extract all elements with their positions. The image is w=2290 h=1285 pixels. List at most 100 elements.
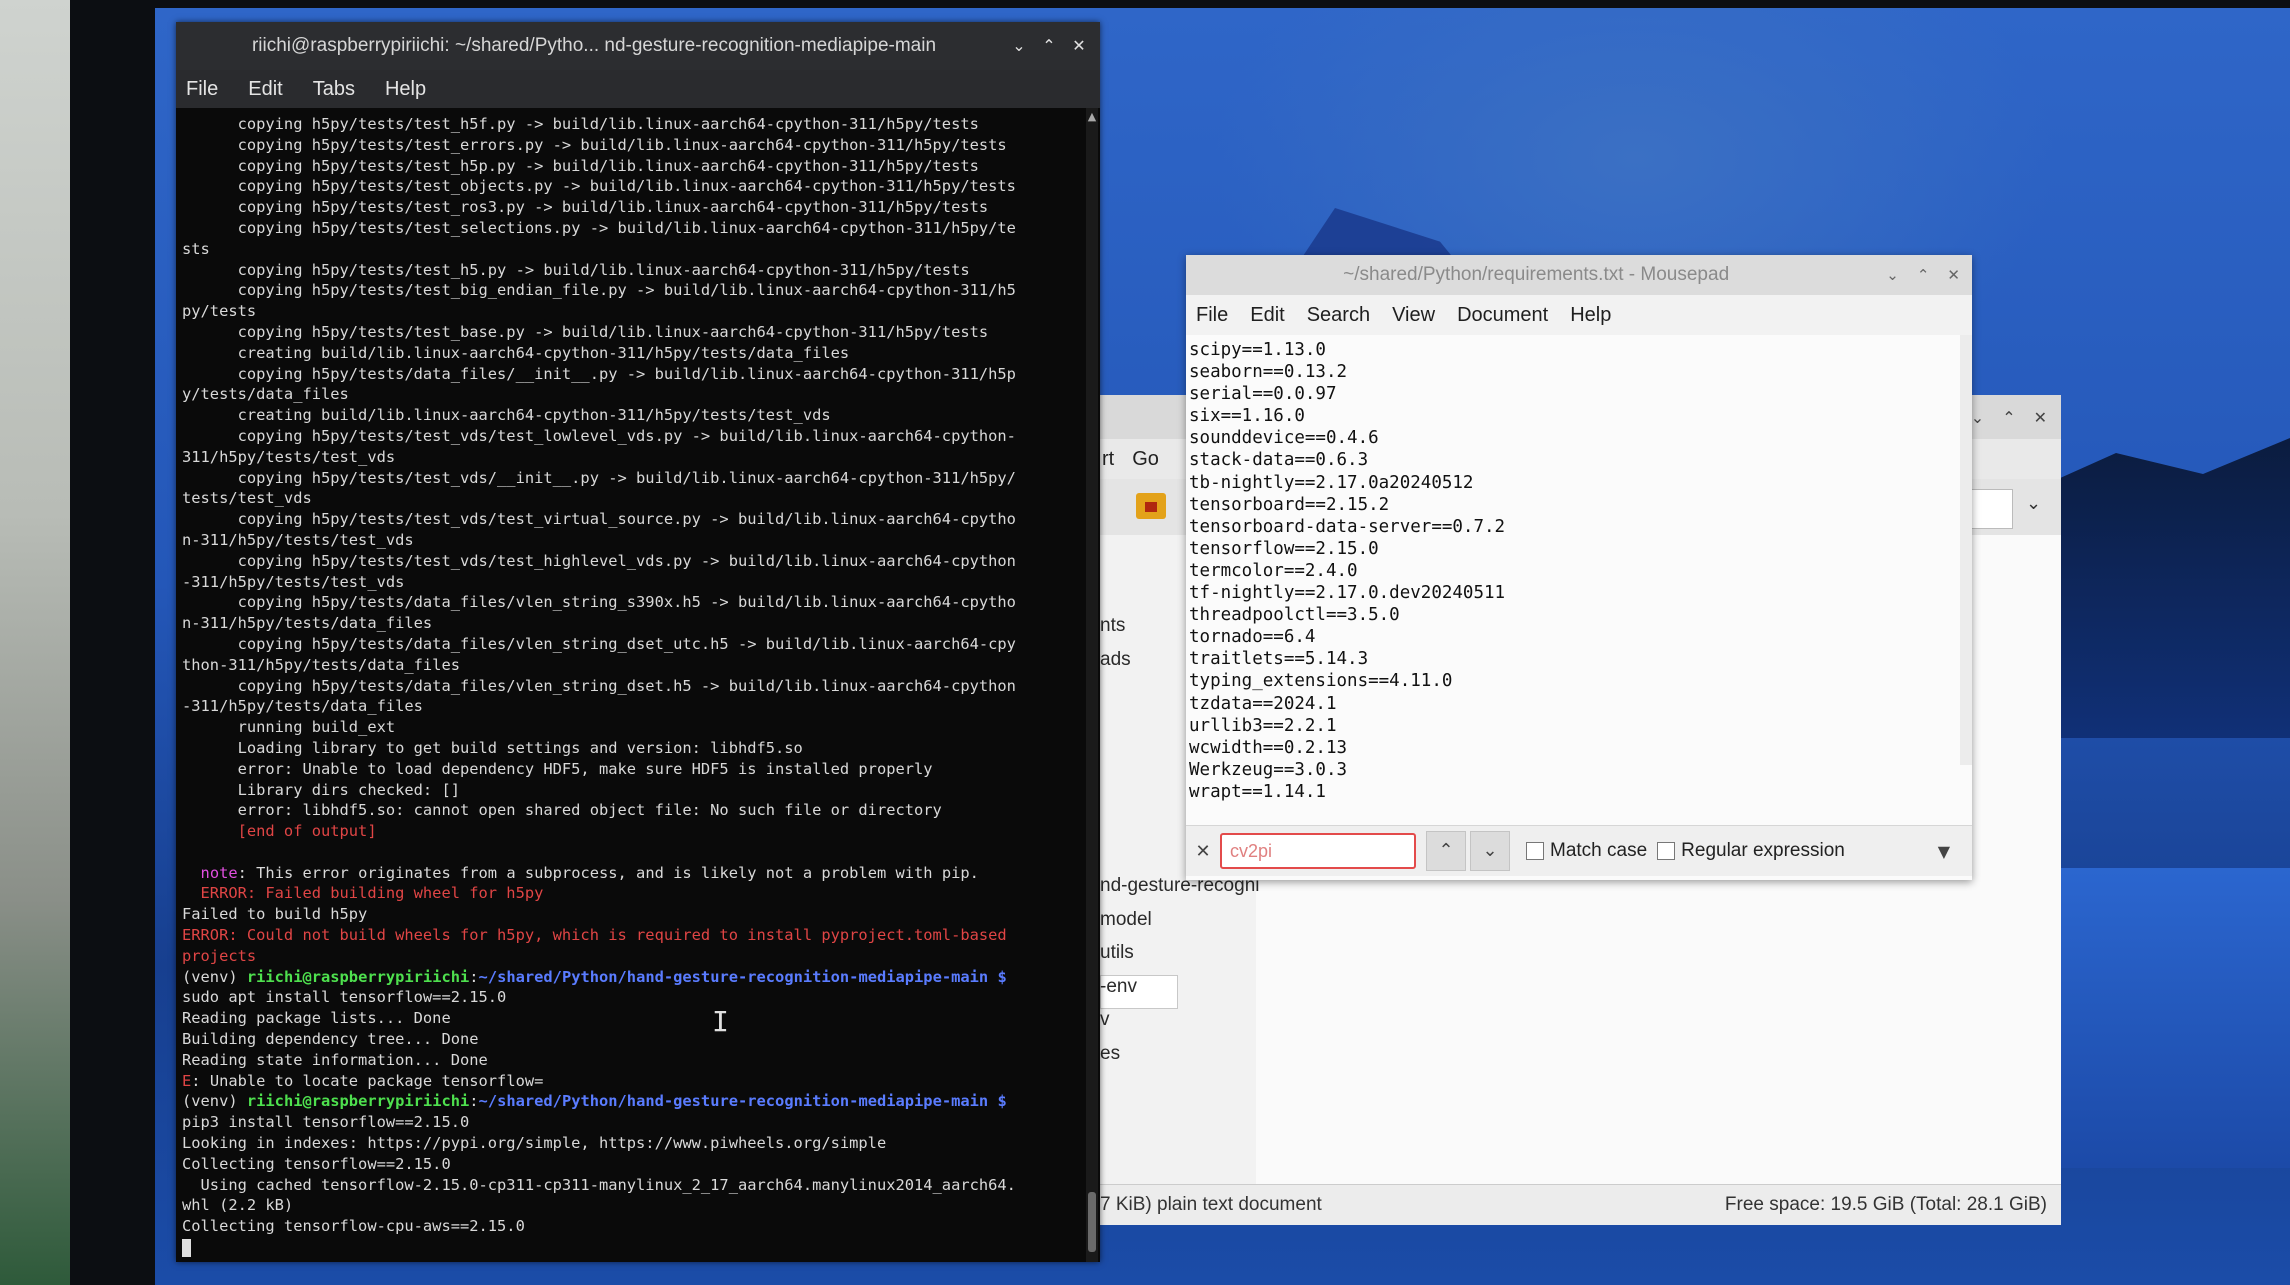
- list-item[interactable]: es: [1100, 1043, 1259, 1077]
- editor-line: scipy==1.13.0: [1189, 340, 1326, 360]
- list-item[interactable]: nd-gesture-recogni: [1100, 875, 1259, 909]
- search-input[interactable]: cv2pi: [1220, 833, 1416, 869]
- list-item[interactable]: model: [1100, 909, 1259, 943]
- terminal-line: (venv) riichi@raspberrypiriichi:~/shared…: [182, 967, 1078, 988]
- menu-item-go[interactable]: Go: [1132, 448, 1159, 471]
- maximize-icon[interactable]: ⌃: [2002, 408, 2015, 427]
- terminal-line: py/tests: [182, 302, 257, 321]
- terminal-line: Reading package lists... Done: [182, 1009, 451, 1028]
- menu-item-help[interactable]: Help: [385, 78, 426, 101]
- terminal-text-segment: :: [469, 1092, 479, 1111]
- menu-item-document[interactable]: Document: [1457, 304, 1548, 327]
- terminal-line: copying h5py/tests/test_h5p.py -> build/…: [182, 156, 979, 175]
- mousepad-titlebar[interactable]: ~/shared/Python/requirements.txt - Mouse…: [1186, 255, 1972, 295]
- chevron-down-icon[interactable]: ⌄: [1971, 408, 1984, 427]
- terminal-output[interactable]: copying h5py/tests/test_h5f.py -> build/…: [176, 108, 1084, 1262]
- list-item[interactable]: -env: [1100, 976, 1259, 1010]
- text-editor-area[interactable]: scipy==1.13.0 seaborn==0.13.2 serial==0.0.…: [1186, 335, 1960, 802]
- terminal-line: error: Unable to load dependency HDF5, m…: [182, 759, 933, 778]
- monitor-bezel-top: [70, 0, 2290, 8]
- mousepad-window[interactable]: ~/shared/Python/requirements.txt - Mouse…: [1186, 255, 1972, 880]
- status-file-info: 7 KiB) plain text document: [1100, 1194, 1322, 1215]
- terminal-line: error: libhdf5.so: cannot open shared ob…: [182, 801, 942, 820]
- caret-down-icon[interactable]: ▼: [1938, 842, 1950, 861]
- minimize-icon[interactable]: ⌄: [1012, 38, 1026, 54]
- sidebar-item-downloads[interactable]: ads: [1100, 649, 1131, 671]
- checkbox-box[interactable]: [1526, 842, 1544, 860]
- minimize-icon[interactable]: ⌄: [1886, 266, 1899, 284]
- checkbox-box[interactable]: [1657, 842, 1676, 860]
- terminal-line: copying h5py/tests/test_base.py -> build…: [182, 322, 989, 341]
- search-bar: ✕ cv2pi ⌃ ⌄ Match case Regular expressio…: [1186, 825, 1972, 876]
- room-background: [0, 0, 70, 1285]
- sidebar-item-documents[interactable]: nts: [1100, 615, 1125, 637]
- terminal-line: [end of output]: [182, 822, 377, 841]
- close-icon[interactable]: ✕: [1947, 266, 1960, 284]
- menu-item-tabs[interactable]: Tabs: [313, 78, 355, 101]
- scrollbar-thumb[interactable]: [1088, 1192, 1096, 1252]
- editor-line: wcwidth==0.2.13: [1189, 737, 1348, 758]
- editor-line: stack-data==0.6.3: [1189, 450, 1369, 471]
- list-item[interactable]: utils: [1100, 942, 1259, 976]
- editor-line: termcolor==2.4.0: [1189, 560, 1358, 581]
- window-title: riichi@raspberrypiriichi: ~/shared/Pytho…: [251, 35, 937, 56]
- scroll-up-icon[interactable]: ▲: [1086, 110, 1098, 123]
- terminal-line: copying h5py/tests/test_ros3.py -> build…: [182, 198, 989, 217]
- mousepad-menubar: File Edit Search View Document Help: [1186, 295, 1972, 335]
- menu-item-search[interactable]: Search: [1307, 304, 1370, 327]
- editor-line: seaborn==0.13.2: [1189, 362, 1348, 383]
- menu-item-sort[interactable]: rt: [1102, 448, 1114, 471]
- text-cursor-icon: I: [712, 1005, 729, 1038]
- terminal-line: 311/h5py/tests/test_vds: [182, 447, 396, 466]
- regex-label: Regular expression: [1681, 840, 1845, 861]
- match-case-checkbox[interactable]: Match case: [1526, 840, 1647, 862]
- terminal-text-segment: (venv): [182, 967, 247, 986]
- editor-line: typing_extensions==4.11.0: [1189, 671, 1453, 692]
- terminal-menubar: File Edit Tabs Help: [176, 70, 1100, 108]
- search-next-button[interactable]: ⌄: [1470, 831, 1510, 871]
- editor-line: tf-nightly==2.17.0.dev20240511: [1189, 583, 1506, 604]
- terminal-line: copying h5py/tests/test_h5f.py -> build/…: [182, 115, 979, 133]
- close-search-icon[interactable]: ✕: [1186, 841, 1220, 862]
- menu-item-file[interactable]: File: [186, 78, 218, 101]
- menu-item-edit[interactable]: Edit: [1250, 304, 1284, 327]
- search-previous-button[interactable]: ⌃: [1426, 831, 1466, 871]
- terminal-line: n-311/h5py/tests/test_vds: [182, 530, 414, 549]
- editor-line: serial==0.0.97: [1189, 384, 1337, 405]
- chevron-down-icon[interactable]: ⌄: [2026, 493, 2041, 514]
- terminal-line: creating build/lib.linux-aarch64-cpython…: [182, 406, 831, 425]
- close-icon[interactable]: ✕: [1072, 38, 1086, 54]
- path-input[interactable]: [1971, 489, 2013, 529]
- home-folder-icon[interactable]: [1136, 493, 1166, 519]
- editor-line: sounddevice==0.4.6: [1189, 428, 1379, 449]
- terminal-text-segment: (venv): [182, 1092, 247, 1111]
- terminal-line: copying h5py/tests/data_files/vlen_strin…: [182, 593, 1016, 612]
- editor-line: tensorflow==2.15.0: [1189, 538, 1379, 559]
- terminal-line: whl (2.2 kB): [182, 1196, 294, 1215]
- menu-item-edit[interactable]: Edit: [248, 78, 282, 101]
- maximize-icon[interactable]: ⌃: [1917, 266, 1930, 284]
- monitor-bezel: [70, 0, 160, 1285]
- menu-item-view[interactable]: View: [1392, 304, 1435, 327]
- terminal-line: n-311/h5py/tests/data_files: [182, 614, 433, 633]
- terminal-text-segment: ~/shared/Python/hand-gesture-recognition…: [478, 967, 1007, 986]
- terminal-line: thon-311/h5py/tests/data_files: [182, 655, 460, 674]
- terminal-line: sts: [182, 239, 210, 258]
- terminal-text-segment: riichi@raspberrypiriichi: [246, 1092, 470, 1111]
- terminal-titlebar[interactable]: riichi@raspberrypiriichi: ~/shared/Pytho…: [176, 22, 1100, 70]
- menu-item-file[interactable]: File: [1196, 304, 1228, 327]
- editor-scrollbar[interactable]: [1960, 335, 1972, 765]
- regex-checkbox[interactable]: Regular expression: [1657, 840, 1845, 862]
- menu-item-help[interactable]: Help: [1570, 304, 1611, 327]
- terminal-line: copying h5py/tests/test_vds/test_highlev…: [182, 551, 1016, 570]
- terminal-window[interactable]: riichi@raspberrypiriichi: ~/shared/Pytho…: [176, 22, 1100, 1262]
- terminal-scrollbar[interactable]: ▲: [1086, 108, 1098, 1262]
- terminal-line: copying h5py/tests/test_vds/test_lowleve…: [182, 426, 1016, 445]
- close-icon[interactable]: ✕: [2034, 408, 2047, 427]
- terminal-line: copying h5py/tests/test_errors.py -> bui…: [182, 135, 1007, 154]
- list-item[interactable]: v: [1100, 1009, 1259, 1043]
- terminal-line: (venv) riichi@raspberrypiriichi:~/shared…: [182, 1091, 1078, 1112]
- maximize-icon[interactable]: ⌃: [1042, 38, 1056, 54]
- terminal-line: copying h5py/tests/test_selections.py ->…: [182, 218, 1016, 237]
- terminal-cursor: [182, 1238, 191, 1257]
